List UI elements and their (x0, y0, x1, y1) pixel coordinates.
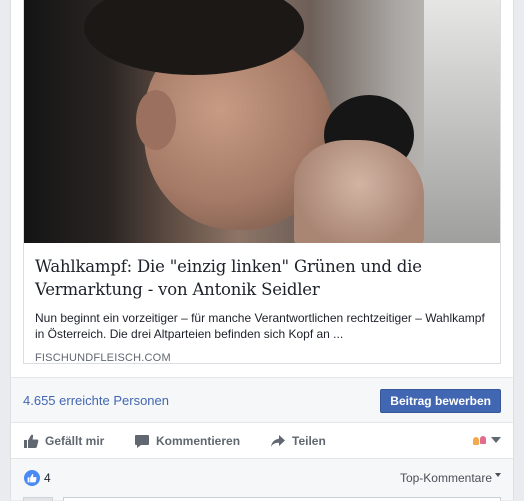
link-preview-text: Wahlkampf: Die "einzig linken" Grünen un… (24, 243, 500, 365)
like-reaction-icon[interactable] (24, 470, 40, 486)
link-domain: FISCHUNDFLEISCH.COM (35, 352, 171, 364)
link-preview-card[interactable]: Wahlkampf: Die "einzig linken" Grünen un… (23, 0, 501, 364)
news-feed-post: Wahlkampf: Die "einzig linken" Grünen un… (10, 0, 514, 501)
comment-bubble-icon (134, 433, 150, 449)
avatar (23, 497, 53, 501)
thumbs-up-icon (23, 433, 39, 449)
photo-background-window (424, 0, 500, 243)
link-preview-image[interactable] (24, 0, 500, 243)
comment-action-button[interactable]: Kommentieren (134, 432, 240, 450)
chevron-down-icon (495, 473, 501, 477)
share-arrow-icon (270, 433, 286, 449)
reach-count-link[interactable]: 4.655 erreichte Personen (23, 393, 169, 408)
audience-avatar-icon (473, 433, 487, 447)
reach-row: 4.655 erreichte Personen Beitrag bewerbe… (11, 378, 513, 422)
comment-sort-label: Top-Kommentare (399, 471, 492, 485)
photo-hand (294, 140, 424, 243)
audience-selector[interactable] (473, 433, 501, 447)
reaction-count[interactable]: 4 (44, 471, 51, 485)
like-action-button[interactable]: Gefällt mir (23, 432, 104, 450)
photo-ear (136, 90, 176, 150)
share-action-button[interactable]: Teilen (270, 432, 326, 450)
share-action-label: Teilen (292, 434, 326, 448)
boost-post-button[interactable]: Beitrag bewerben (380, 389, 501, 413)
like-action-label: Gefällt mir (45, 434, 105, 448)
link-excerpt: Nun beginnt ein vorzeitiger – für manche… (35, 311, 485, 341)
chevron-down-icon (491, 437, 501, 443)
comment-action-label: Kommentieren (156, 434, 241, 448)
link-headline[interactable]: Wahlkampf: Die "einzig linken" Grünen un… (35, 255, 489, 301)
comments-summary-bar: 4 Top-Kommentare (11, 458, 513, 501)
post-actions-bar: Gefällt mir Kommentieren Teilen (11, 423, 513, 457)
comment-input[interactable] (63, 497, 501, 501)
comment-sort-dropdown[interactable]: Top-Kommentare (400, 471, 501, 485)
comment-composer (23, 497, 501, 501)
